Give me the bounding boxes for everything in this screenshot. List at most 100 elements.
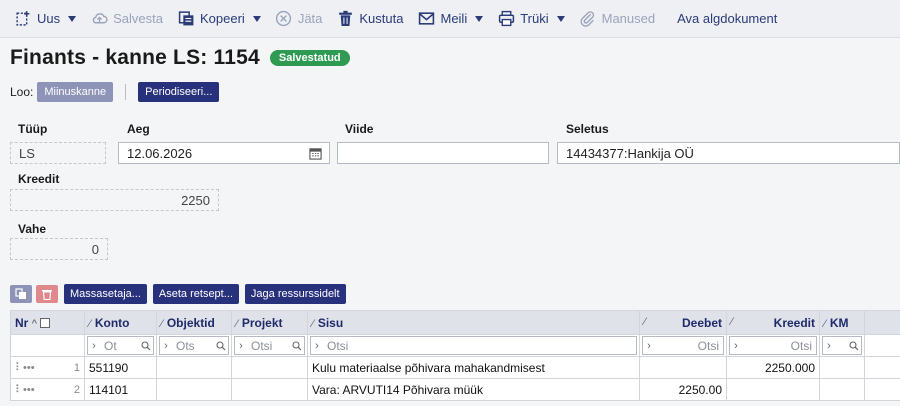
filter-input-projekt[interactable]: › Otsi	[234, 336, 305, 355]
print-button[interactable]: Trüki	[497, 0, 565, 38]
reverse-entry-button[interactable]: Miinuskanne	[37, 82, 114, 102]
chevron-right-icon: ›	[239, 339, 243, 352]
table-row[interactable]: ⠇••• 2 114101 Vara: ARVUTI14 Põhivara müü…	[10, 378, 900, 401]
cell-objektid[interactable]	[156, 356, 232, 379]
mass-setter-button[interactable]: Massasetaja...	[64, 284, 147, 304]
column-header-objektid-label: Objektid	[166, 315, 215, 330]
delete-button-label: Kustuta	[359, 11, 404, 26]
cell-objektid[interactable]	[156, 378, 232, 401]
cell-deebet[interactable]	[639, 356, 727, 379]
wrench-icon[interactable]: ⁄	[824, 318, 826, 330]
new-button[interactable]: Uus	[14, 0, 77, 38]
row-number: 1	[73, 361, 80, 374]
copy-button[interactable]: Kopeeri	[177, 0, 261, 38]
drag-handle-icon[interactable]: ⠇•••	[15, 383, 35, 396]
filter-cell-extra	[864, 334, 900, 357]
reference-label: Viide	[345, 122, 374, 136]
reference-input[interactable]	[337, 142, 549, 164]
save-button[interactable]: Salvesta	[90, 0, 163, 38]
description-label: Seletus	[566, 122, 609, 136]
cell-projekt[interactable]	[231, 378, 308, 401]
chevron-down-icon	[252, 14, 261, 24]
column-header-objektid[interactable]: ⁄ Objektid	[156, 310, 232, 335]
column-header-kreedit[interactable]: ⁄ Kreedit	[726, 310, 820, 335]
attachments-button[interactable]: Manused	[579, 0, 655, 38]
column-header-deebet[interactable]: ⁄ Deebet	[639, 310, 727, 335]
column-header-nr[interactable]: Nr ^	[10, 310, 85, 335]
filter-input-sisu[interactable]: › Otsi	[310, 336, 637, 355]
open-source-document-button[interactable]: Ava algdokument	[677, 0, 777, 38]
search-icon[interactable]	[214, 340, 228, 351]
trash-icon	[42, 290, 52, 300]
filter-input-konto[interactable]: › Ot	[87, 336, 154, 355]
search-icon[interactable]	[290, 340, 304, 351]
table-row[interactable]: ⠇••• 1 551190 Kulu materiaalse põhivara m…	[10, 356, 900, 379]
chevron-down-icon	[556, 14, 565, 24]
description-input[interactable]: 14434377:Hankija OÜ	[557, 142, 900, 164]
filter-input-objektid[interactable]: › Ots	[159, 336, 229, 355]
cell-km[interactable]	[819, 356, 865, 379]
discard-button[interactable]: Jäta	[275, 0, 322, 38]
cell-sisu[interactable]: Vara: ARVUTI14 Põhivara müük	[307, 378, 640, 401]
split-resources-button[interactable]: Jaga ressurssidelt	[244, 284, 346, 304]
credit-total-value: 2250	[181, 192, 210, 208]
row-handle-cell: ⠇••• 2	[10, 378, 85, 401]
wrench-icon[interactable]: ⁄	[89, 318, 91, 330]
cell-sisu[interactable]: Kulu materiaalse põhivara mahakandmisest	[307, 356, 640, 379]
periodize-button[interactable]: Periodiseeri...	[138, 82, 220, 102]
cell-projekt[interactable]	[231, 356, 308, 379]
column-header-konto-label: Konto	[94, 315, 130, 330]
drag-handle-icon[interactable]: ⠇•••	[15, 361, 35, 374]
toolbar: Uus Salvesta Kopeeri Jäta Kustuta Meili	[0, 0, 900, 38]
filter-cell-nr	[10, 334, 85, 357]
wrench-icon[interactable]: ⁄	[161, 318, 163, 330]
difference-field: 0	[10, 238, 108, 260]
wrench-icon[interactable]: ⁄	[236, 318, 238, 330]
delete-button[interactable]: Kustuta	[336, 0, 403, 38]
column-header-km[interactable]: ⁄ KM	[819, 310, 865, 335]
column-header-projekt[interactable]: ⁄ Projekt	[231, 310, 308, 335]
cell-kreedit[interactable]: 2250.000	[726, 356, 820, 379]
wrench-icon[interactable]: ⁄	[312, 318, 314, 330]
wrench-icon[interactable]: ⁄	[731, 316, 733, 328]
close-circle-icon	[275, 10, 293, 28]
filter-placeholder: Otsi	[251, 338, 273, 353]
create-actions: Loo: Miinuskanne Periodiseeri...	[10, 82, 220, 102]
delete-rows-button[interactable]	[36, 285, 58, 303]
date-input[interactable]: 12.06.2026	[118, 142, 330, 164]
wrench-icon[interactable]: ⁄	[644, 316, 646, 328]
save-button-label: Salvesta	[113, 11, 163, 26]
sort-up-icon[interactable]: ^	[32, 318, 37, 330]
open-source-document-label: Ava algdokument	[677, 11, 778, 26]
filter-input-km[interactable]: ›	[822, 336, 862, 355]
calendar-icon[interactable]	[309, 147, 322, 160]
filter-cell-sisu: › Otsi	[307, 334, 640, 357]
search-icon[interactable]	[139, 340, 153, 351]
cell-deebet[interactable]: 2250.00	[639, 378, 727, 401]
filter-input-deebet[interactable]: › Otsi	[642, 336, 724, 355]
chevron-down-icon	[68, 14, 77, 24]
new-document-icon	[14, 10, 32, 28]
select-all-checkbox[interactable]	[40, 318, 51, 329]
email-button[interactable]: Meili	[417, 0, 484, 38]
cell-kreedit[interactable]	[726, 378, 820, 401]
cell-konto[interactable]: 114101	[84, 378, 157, 401]
date-value: 12.06.2026	[127, 145, 193, 161]
filter-placeholder: Otsi	[327, 338, 349, 353]
filter-input-kreedit[interactable]: › Otsi	[729, 336, 817, 355]
insert-recipe-button[interactable]: Aseta retsept...	[152, 284, 239, 304]
search-icon[interactable]	[847, 340, 861, 351]
filter-cell-projekt: › Otsi	[231, 334, 308, 357]
cell-extra	[864, 356, 900, 379]
cell-konto[interactable]: 551190	[84, 356, 157, 379]
column-header-konto[interactable]: ⁄ Konto	[84, 310, 157, 335]
column-header-deebet-label: Deebet	[681, 315, 722, 330]
chevron-right-icon: ›	[827, 339, 831, 352]
copy-rows-button[interactable]	[10, 285, 32, 303]
column-header-sisu[interactable]: ⁄ Sisu	[307, 310, 640, 335]
new-button-label: Uus	[37, 11, 61, 26]
type-label: Tüüp	[18, 122, 48, 136]
cell-km[interactable]	[819, 378, 865, 401]
cloud-upload-icon	[90, 10, 108, 28]
column-header-kreedit-label: Kreedit	[773, 315, 815, 330]
